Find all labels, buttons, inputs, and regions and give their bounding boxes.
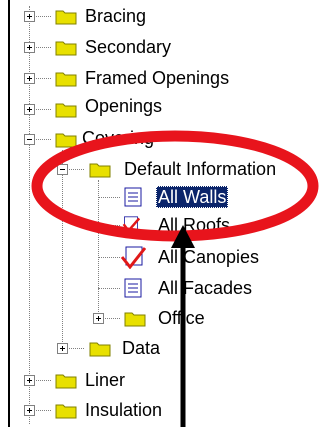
tree-item-data[interactable]: Data [0, 336, 200, 362]
tree-item-label: Bracing [85, 6, 147, 26]
folder-icon [89, 342, 111, 357]
tree-item-label: Data [122, 338, 161, 358]
document-icon [124, 187, 142, 207]
folder-icon [55, 103, 77, 118]
tree-item-label: All Walls [156, 186, 229, 208]
tree-item-insulation[interactable]: Insulation [0, 398, 200, 424]
checked-document-icon [122, 216, 140, 233]
tree-view: Bracing Secondary Framed Openings Openin… [0, 0, 326, 427]
tree-item-label: Insulation [85, 400, 163, 420]
tree-item-all-roofs[interactable]: All Roofs [0, 213, 260, 239]
checked-document-icon [120, 246, 146, 269]
tree-item-framed-openings[interactable]: Framed Openings [0, 66, 260, 92]
collapse-toggle[interactable] [57, 164, 68, 175]
tree-item-label: Default Information [124, 159, 277, 179]
folder-icon [55, 72, 77, 87]
expand-toggle[interactable] [24, 375, 35, 386]
tree-item-openings[interactable]: Openings [0, 96, 200, 123]
expand-toggle[interactable] [24, 11, 35, 22]
expand-toggle[interactable] [24, 405, 35, 416]
expand-toggle[interactable] [57, 343, 68, 354]
tree-item-all-canopies[interactable]: All Canopies [0, 245, 280, 271]
tree-item-label: All Roofs [158, 215, 231, 235]
folder-icon [55, 374, 77, 389]
folder-icon [55, 404, 77, 419]
tree-item-bracing[interactable]: Bracing [0, 4, 200, 30]
tree-item-label: Liner [85, 370, 126, 390]
folder-icon [55, 41, 77, 56]
tree-item-label: All Canopies [158, 247, 260, 267]
tree-item-default-information[interactable]: Default Information [0, 157, 300, 183]
tree-item-covering[interactable]: Covering [0, 127, 200, 153]
tree-item-liner[interactable]: Liner [0, 368, 200, 394]
folder-icon [124, 312, 146, 327]
expand-toggle[interactable] [24, 42, 35, 53]
folder-icon [89, 163, 111, 178]
tree-item-label: Secondary [85, 37, 172, 57]
tree-item-all-walls[interactable]: All Walls [0, 185, 260, 211]
expand-toggle[interactable] [24, 104, 35, 115]
document-icon [124, 278, 142, 298]
tree-item-label: All Facades [158, 278, 253, 298]
tree-item-label: Openings [85, 96, 163, 116]
folder-icon [55, 133, 77, 148]
tree-item-all-facades[interactable]: All Facades [0, 276, 280, 302]
tree-item-label: Office [158, 308, 205, 328]
tree-item-secondary[interactable]: Secondary [0, 35, 200, 61]
collapse-toggle[interactable] [24, 134, 35, 145]
tree-item-label: Covering [82, 128, 155, 148]
expand-toggle[interactable] [24, 73, 35, 84]
tree-item-label: Framed Openings [85, 68, 230, 88]
folder-icon [55, 10, 77, 25]
expand-toggle[interactable] [93, 313, 104, 324]
tree-item-office[interactable]: Office [0, 306, 240, 332]
